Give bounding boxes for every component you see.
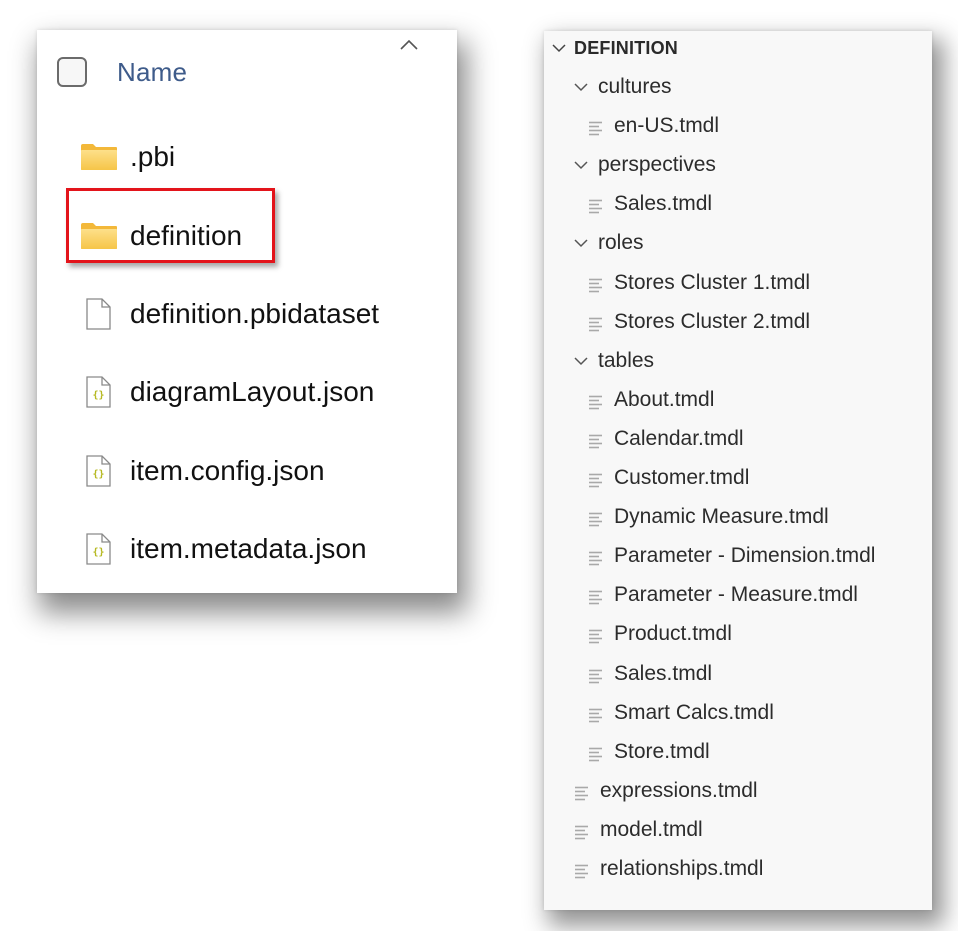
text-file-icon xyxy=(588,392,604,410)
tree-file-product-tmdl[interactable]: Product.tmdl xyxy=(588,619,732,649)
chevron-down-icon xyxy=(572,352,590,370)
json-file-icon: {} xyxy=(80,376,122,408)
file-item-item-config-json[interactable]: {} item.config.json xyxy=(80,451,325,491)
text-file-icon xyxy=(574,783,590,801)
tree-item-label: Smart Calcs.tmdl xyxy=(614,701,774,724)
select-all-checkbox[interactable] xyxy=(57,57,87,87)
file-item-diagramlayout-json[interactable]: {} diagramLayout.json xyxy=(80,372,374,412)
chevron-down-icon xyxy=(552,44,566,53)
text-file-icon xyxy=(588,626,604,644)
column-header: Name xyxy=(57,54,187,90)
tree-file-parameter-measure-tmdl[interactable]: Parameter - Measure.tmdl xyxy=(588,580,858,610)
tree-item-label: Calendar.tmdl xyxy=(614,427,744,450)
tree-item-label: roles xyxy=(598,231,644,254)
tree-item-label: About.tmdl xyxy=(614,388,715,411)
text-file-icon xyxy=(588,431,604,449)
text-file-icon xyxy=(574,822,590,840)
tree-item-label: expressions.tmdl xyxy=(600,779,758,802)
file-name: definition.pbidataset xyxy=(130,298,380,329)
tree-item-label: perspectives xyxy=(598,153,716,176)
json-file-icon: {} xyxy=(80,533,122,565)
tree-file-parameter-dimension-tmdl[interactable]: Parameter - Dimension.tmdl xyxy=(588,541,875,571)
chevron-down-icon xyxy=(572,78,590,96)
tree-folder-roles[interactable]: roles xyxy=(572,228,644,258)
file-item-item-metadata-json[interactable]: {} item.metadata.json xyxy=(80,529,367,569)
file-explorer-panel: Name .pbi definition definition.pbidataset… xyxy=(37,30,457,593)
tree-file-en-us-tmdl[interactable]: en-US.tmdl xyxy=(588,111,719,141)
tree-file-dynamic-measure-tmdl[interactable]: Dynamic Measure.tmdl xyxy=(588,502,829,532)
tree-root-definition[interactable]: DEFINITION xyxy=(550,33,678,63)
json-file-icon: {} xyxy=(80,455,122,487)
tree-item-label: en-US.tmdl xyxy=(614,114,720,137)
tree-item-label: Dynamic Measure.tmdl xyxy=(614,505,829,528)
tree-item-label: tables xyxy=(598,349,655,372)
tree-file-customer-tmdl[interactable]: Customer.tmdl xyxy=(588,463,749,493)
tree-file-relationships-tmdl[interactable]: relationships.tmdl xyxy=(574,854,763,884)
file-name: item.metadata.json xyxy=(130,533,367,564)
tree-file-stores-cluster-2-tmdl[interactable]: Stores Cluster 2.tmdl xyxy=(588,307,810,337)
highlight-box xyxy=(66,188,275,263)
file-item-pbi[interactable]: .pbi xyxy=(80,137,175,177)
file-item-definition-pbidataset[interactable]: definition.pbidataset xyxy=(80,294,379,334)
tree-item-label: Parameter - Dimension.tmdl xyxy=(614,544,876,567)
file-name: item.config.json xyxy=(130,455,325,486)
text-file-icon xyxy=(588,275,604,293)
tree-file-calendar-tmdl[interactable]: Calendar.tmdl xyxy=(588,424,744,454)
tree-folder-perspectives[interactable]: perspectives xyxy=(572,150,716,180)
tree-item-label: Customer.tmdl xyxy=(614,466,750,489)
tree-item-label: Sales.tmdl xyxy=(614,662,713,685)
tree-item-label: Stores Cluster 2.tmdl xyxy=(614,310,811,333)
tree-file-expressions-tmdl[interactable]: expressions.tmdl xyxy=(574,776,758,806)
text-file-icon xyxy=(588,470,604,488)
chevron-down-icon xyxy=(572,156,590,174)
text-file-icon xyxy=(574,861,590,879)
text-file-icon xyxy=(588,314,604,332)
tree-file-store-tmdl[interactable]: Store.tmdl xyxy=(588,737,710,767)
tree-item-label: cultures xyxy=(598,75,672,98)
tree-file-about-tmdl[interactable]: About.tmdl xyxy=(588,385,714,415)
tree-item-label: Parameter - Measure.tmdl xyxy=(614,583,858,606)
chevron-down-icon xyxy=(572,234,590,252)
tree-file-stores-cluster-1-tmdl[interactable]: Stores Cluster 1.tmdl xyxy=(588,268,810,298)
text-file-icon xyxy=(588,744,604,762)
tree-item-label: Sales.tmdl xyxy=(614,192,713,215)
tree-root-label: DEFINITION xyxy=(574,37,678,58)
svg-text:{}: {} xyxy=(92,390,104,401)
tree-item-label: model.tmdl xyxy=(600,818,703,841)
file-icon xyxy=(80,298,122,330)
tree-item-label: Stores Cluster 1.tmdl xyxy=(614,271,811,294)
text-file-icon xyxy=(588,196,604,214)
text-file-icon xyxy=(588,587,604,605)
file-name: diagramLayout.json xyxy=(130,376,375,407)
tree-file-model-tmdl[interactable]: model.tmdl xyxy=(574,815,703,845)
text-file-icon xyxy=(588,666,604,684)
folder-icon xyxy=(80,141,118,173)
tree-item-label: relationships.tmdl xyxy=(600,857,764,880)
tree-file-sales-tmdl[interactable]: Sales.tmdl xyxy=(588,659,712,689)
tree-file-smart-calcs-tmdl[interactable]: Smart Calcs.tmdl xyxy=(588,698,774,728)
definition-tree-panel: DEFINITION cultures en-US.tmdl perspective… xyxy=(544,31,932,910)
svg-text:{}: {} xyxy=(92,469,104,480)
text-file-icon xyxy=(588,118,604,136)
tree-item-label: Product.tmdl xyxy=(614,622,732,645)
tree-folder-tables[interactable]: tables xyxy=(572,346,654,376)
tree-folder-cultures[interactable]: cultures xyxy=(572,72,672,102)
text-file-icon xyxy=(588,705,604,723)
tree-file-sales-tmdl[interactable]: Sales.tmdl xyxy=(588,189,712,219)
name-column-header[interactable]: Name xyxy=(117,57,187,88)
tree-item-label: Store.tmdl xyxy=(614,740,710,763)
text-file-icon xyxy=(588,548,604,566)
text-file-icon xyxy=(588,509,604,527)
chevron-up-icon[interactable] xyxy=(399,37,419,51)
file-name: .pbi xyxy=(130,141,176,172)
svg-text:{}: {} xyxy=(92,547,104,558)
